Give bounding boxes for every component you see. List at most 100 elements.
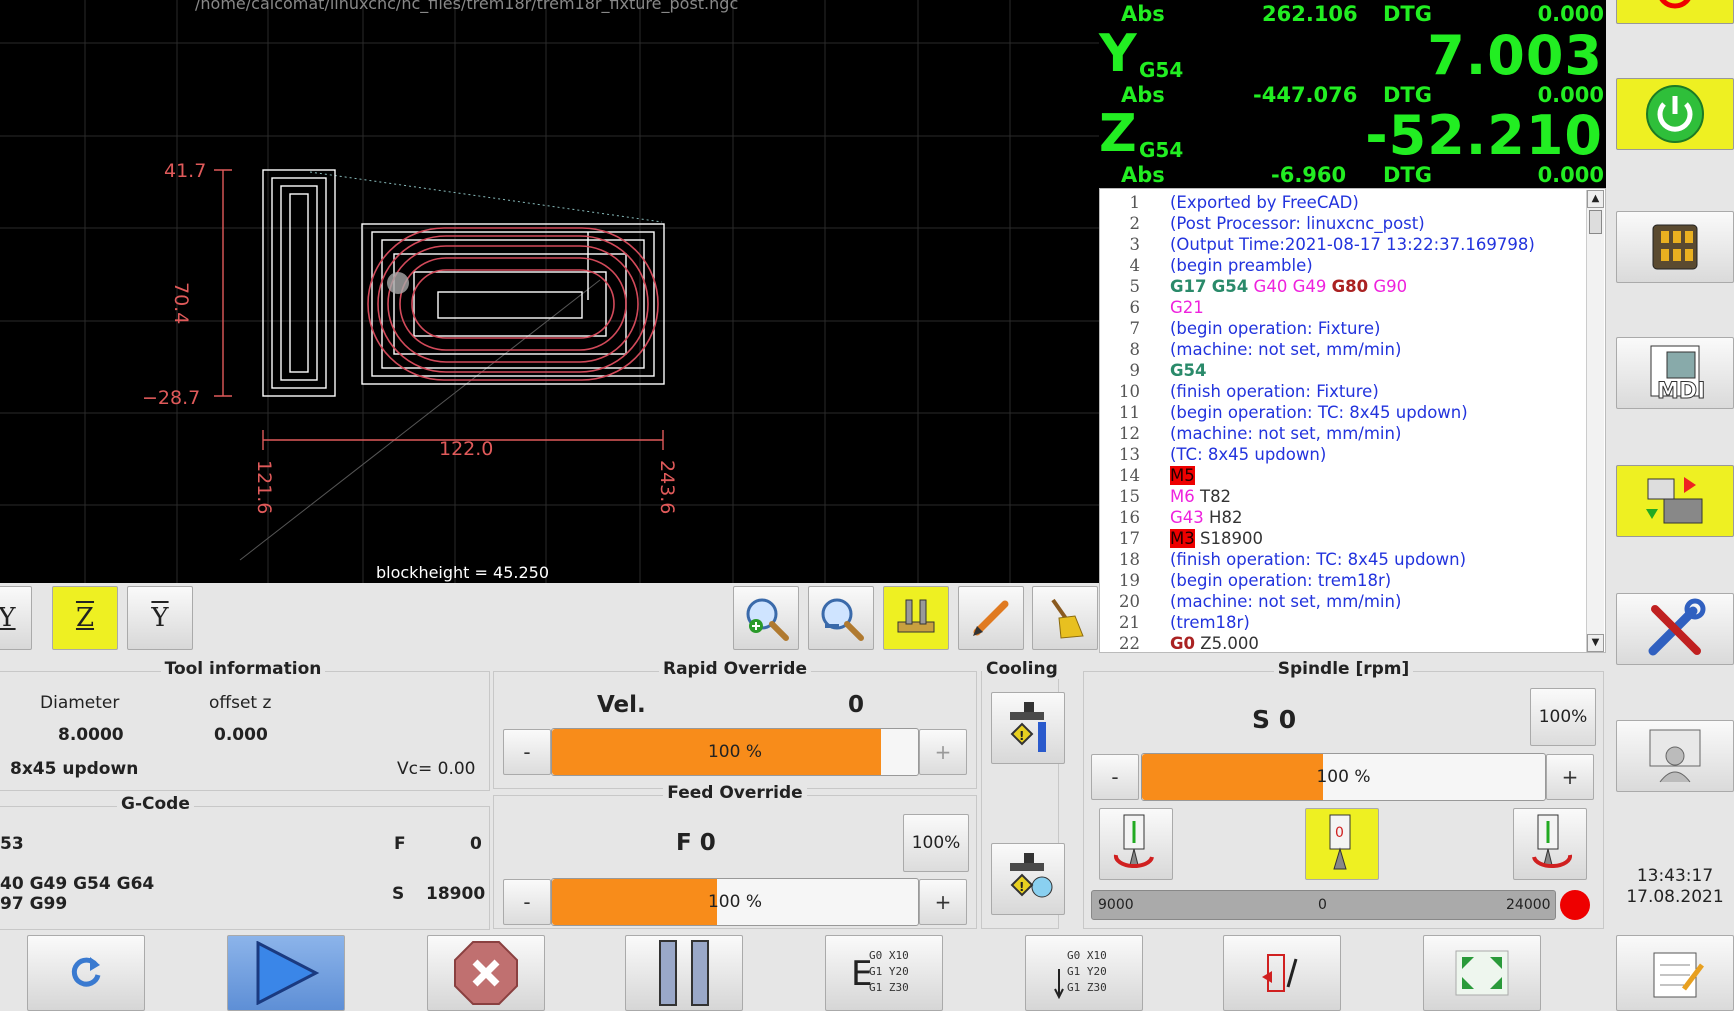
preview-canvas[interactable] <box>0 0 1099 583</box>
estop-button[interactable] <box>1616 0 1734 24</box>
scroll-down-button[interactable]: ▼ <box>1587 634 1604 652</box>
gcode-token: G90 <box>1373 277 1408 296</box>
run-from-line-icon: G0 X10 G1 Y20 G1 Z30 <box>1054 949 1107 999</box>
rapid-plus-button[interactable]: + <box>919 729 967 775</box>
auto-mode-icon <box>1646 477 1703 524</box>
scroll-thumb[interactable] <box>1589 210 1602 234</box>
dim-height-label: 70.4 <box>170 282 192 325</box>
clock-date: 17.08.2021 <box>1626 887 1724 907</box>
optional-block-skip-button[interactable] <box>1223 935 1341 1011</box>
blockheight-label: blockheight = 45.250 <box>375 563 549 582</box>
gcode-line-text: (machine: not set, mm/min) <box>1170 592 1401 611</box>
pause-program-button[interactable] <box>625 935 743 1011</box>
gcode-line-text: (machine: not set, mm/min) <box>1170 424 1401 443</box>
scroll-up-button[interactable]: ▲ <box>1587 190 1604 208</box>
rapid-override-percent: 100 % <box>707 742 762 762</box>
clear-plot-button[interactable] <box>1032 586 1098 650</box>
dim-width-label: 122.0 <box>439 438 494 460</box>
rapid-override-slider[interactable]: 100 % <box>551 728 919 776</box>
feed-override-slider[interactable]: 100 % <box>551 878 919 926</box>
gcode-token: G21 <box>1170 298 1204 317</box>
z-axis-row[interactable]: Z G54 -52.210 <box>1099 104 1606 167</box>
gcode-token: G0 <box>1170 634 1196 653</box>
gcode-line-text: (finish operation: Fixture) <box>1170 382 1379 401</box>
spindle-override-slider[interactable]: 100 % <box>1141 753 1546 801</box>
settings-button[interactable] <box>1616 593 1734 665</box>
step-program-button[interactable]: E G0 X10 G1 Y20 G1 Z30 <box>825 935 943 1011</box>
y-axis-row[interactable]: Y G54 7.003 <box>1099 24 1606 87</box>
home-all-button[interactable] <box>1616 211 1734 283</box>
run-program-button[interactable] <box>227 935 345 1011</box>
diameter-label: Diameter <box>40 693 120 713</box>
gcode-line-text: G54 <box>1170 361 1207 380</box>
view-z-button[interactable]: Z <box>52 586 118 650</box>
spindle-forward-button[interactable] <box>1099 808 1173 880</box>
show-dimensions-button[interactable] <box>883 586 949 650</box>
gcode-line-text: (begin operation: trem18r) <box>1170 571 1391 590</box>
spindle-minus-button[interactable]: - <box>1091 754 1139 800</box>
machine-power-button[interactable] <box>1616 78 1734 150</box>
gcode-line-number: 22 <box>1119 634 1140 653</box>
rapid-minus-button[interactable]: - <box>503 729 551 775</box>
feed-label: F <box>394 834 406 854</box>
z-dtg-value: 0.000 <box>1537 163 1604 187</box>
stop-program-button[interactable] <box>427 935 545 1011</box>
gcode-token: (begin operation: TC: 8x45 updown) <box>1170 403 1468 422</box>
view-z-label: Z <box>75 603 95 633</box>
gcode-token: (trem18r) <box>1170 613 1250 632</box>
gcode-token: (begin operation: trem18r) <box>1170 571 1392 590</box>
spindle-reverse-button[interactable] <box>1513 808 1587 880</box>
gcode-line-number: 12 <box>1119 424 1140 443</box>
play-icon <box>256 941 320 1005</box>
gcode-token: (begin operation: Fixture) <box>1170 319 1381 338</box>
gcode-token: (finish operation: Fixture) <box>1170 382 1379 401</box>
reload-program-button[interactable] <box>27 935 145 1011</box>
gcode-token: G54 <box>1211 277 1249 296</box>
gcode-line-number: 1 <box>1129 193 1141 212</box>
z-sub-row: Abs -6.960 DTG 0.000 <box>1099 163 1606 189</box>
fullscreen-icon <box>1455 950 1509 996</box>
run-from-line-button[interactable]: G0 X10 G1 Y20 G1 Z30 <box>1025 935 1143 1011</box>
gcode-line-text: M3 S18900 <box>1170 529 1263 548</box>
gcode-listing[interactable]: 1 (Exported by FreeCAD) 2 (Post Processor: … <box>1099 188 1606 653</box>
fullscreen-button[interactable] <box>1423 935 1541 1011</box>
toolpath-preview[interactable]: /home/calcomat/linuxcnc/nc_files/trem18r… <box>0 0 1099 583</box>
feed-plus-button[interactable]: + <box>919 879 967 925</box>
zoom-in-button[interactable] <box>733 586 799 650</box>
svg-text:!: ! <box>1019 729 1024 743</box>
feed-minus-button[interactable]: - <box>503 879 551 925</box>
pencil-icon <box>973 600 1009 636</box>
edit-offsets-button[interactable] <box>958 586 1024 650</box>
edit-file-button[interactable] <box>1616 935 1734 1011</box>
dtg-label: DTG <box>1383 2 1432 26</box>
gcode-line-number: 2 <box>1129 214 1141 233</box>
spindle-plus-button[interactable]: + <box>1546 754 1594 800</box>
gcode-line-text: (trem18r) <box>1170 613 1250 632</box>
gcode-info-frame: G-Code <box>0 794 490 930</box>
zoom-out-button[interactable] <box>808 586 874 650</box>
abs-label: Abs <box>1121 163 1165 187</box>
svg-text:G1 Z30: G1 Z30 <box>869 981 909 994</box>
user-tabs-button[interactable] <box>1616 720 1734 792</box>
zoom-out-icon <box>821 598 864 641</box>
svg-text:!: ! <box>1019 880 1024 894</box>
view-y2-button[interactable]: Y <box>127 586 193 650</box>
active-gcodes-line1: 53 <box>0 834 24 854</box>
feed-reset-button[interactable]: 100% <box>903 814 969 872</box>
z-axis-value: -52.210 <box>1365 104 1603 167</box>
tool-offset-value: 0.000 <box>214 725 268 745</box>
flood-coolant-button[interactable]: ! <box>991 692 1065 764</box>
auto-mode-button[interactable] <box>1616 465 1734 537</box>
user-tabs-icon <box>1649 729 1701 783</box>
spindle-stop-button[interactable]: 0 <box>1305 808 1379 880</box>
cutting-speed: Vc= 0.00 <box>397 759 476 779</box>
gcode-line-text: (finish operation: TC: 8x45 updown) <box>1170 550 1466 569</box>
mist-coolant-button[interactable]: ! <box>991 843 1065 915</box>
gcode-line-number: 8 <box>1129 340 1141 359</box>
spindle-reset-button[interactable]: 100% <box>1530 688 1596 746</box>
gcode-scrollbar[interactable]: ▲ ▼ <box>1586 190 1604 652</box>
mdi-mode-button[interactable]: MDI <box>1616 337 1734 409</box>
view-y-button[interactable]: Y <box>0 586 32 650</box>
stop-icon <box>454 941 518 1005</box>
gcode-token: (Output Time:2021-08-17 13:22:37.169798) <box>1170 235 1535 254</box>
